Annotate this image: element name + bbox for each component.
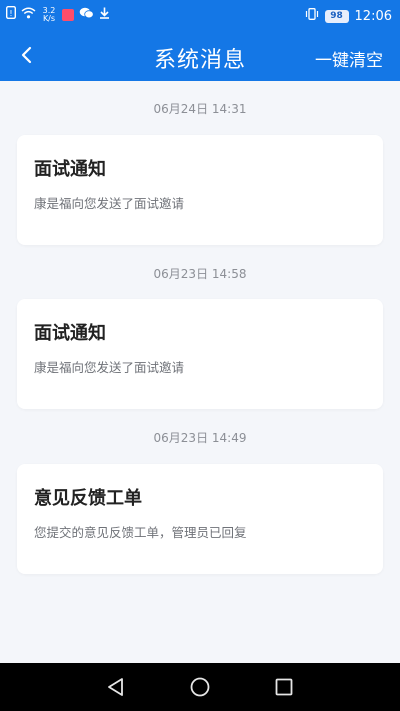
message-card[interactable]: 面试通知 康是福向您发送了面试邀请 <box>17 135 383 245</box>
status-bar: ! 3.2 K/s 98 12:06 <box>0 0 400 32</box>
app-bar: ! 3.2 K/s 98 12:06 系统消息 一键清空 <box>0 0 400 81</box>
message-card[interactable]: 面试通知 康是福向您发送了面试邀请 <box>17 299 383 409</box>
home-circle-icon[interactable] <box>188 675 212 699</box>
status-right-icons: 98 12:06 <box>305 8 392 24</box>
clock: 12:06 <box>354 8 392 24</box>
sim-icon: ! <box>5 5 17 23</box>
recents-square-icon[interactable] <box>272 675 296 699</box>
navigation-bar: 系统消息 一键清空 <box>0 32 400 81</box>
message-date: 06月24日 14:31 <box>153 102 247 116</box>
download-icon <box>99 7 110 23</box>
app-notification-icon <box>62 8 74 21</box>
message-description: 康是福向您发送了面试邀请 <box>34 196 185 211</box>
system-navigation-bar <box>0 663 400 711</box>
status-left-icons: ! 3.2 K/s <box>5 5 110 23</box>
wechat-icon <box>79 7 94 23</box>
message-title: 面试通知 <box>34 323 106 344</box>
message-description: 您提交的意见反馈工单，管理员已回复 <box>34 525 247 540</box>
battery-indicator: 98 <box>324 9 349 23</box>
vibrate-icon <box>305 8 319 24</box>
wifi-icon <box>21 7 36 23</box>
message-title: 意见反馈工单 <box>34 488 142 509</box>
network-speed: 3.2 K/s <box>42 5 56 23</box>
clear-all-button[interactable]: 一键清空 <box>315 46 383 71</box>
message-title: 面试通知 <box>34 159 106 180</box>
svg-text:!: ! <box>9 9 12 18</box>
message-description: 康是福向您发送了面试邀请 <box>34 360 185 375</box>
message-date: 06月23日 14:58 <box>153 267 247 281</box>
message-card[interactable]: 意见反馈工单 您提交的意见反馈工单，管理员已回复 <box>17 464 383 574</box>
message-date: 06月23日 14:49 <box>153 431 247 445</box>
back-triangle-icon[interactable] <box>104 675 128 699</box>
